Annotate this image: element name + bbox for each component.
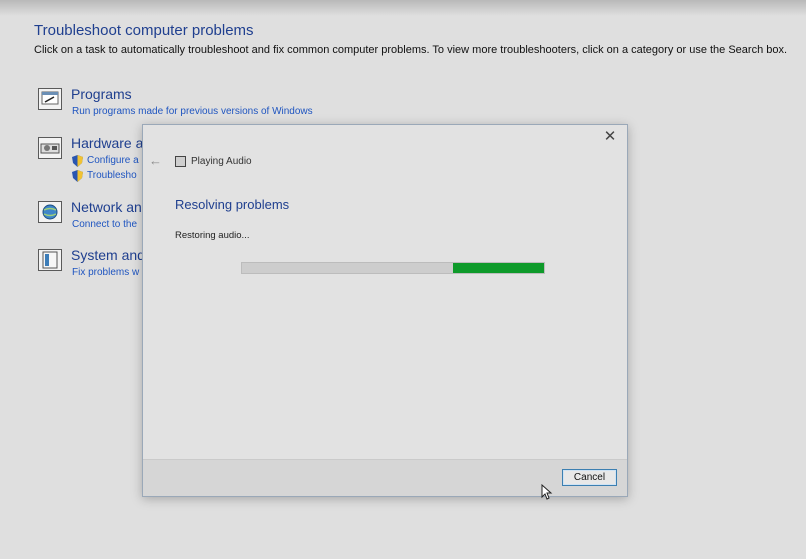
page-title: Troubleshoot computer problems: [34, 22, 254, 39]
hardware-icon: [38, 137, 62, 159]
system-icon: [38, 249, 62, 271]
network-icon: [38, 201, 62, 223]
dialog-app-title: Playing Audio: [191, 156, 252, 167]
close-icon[interactable]: ✕: [599, 127, 621, 147]
dialog-heading: Resolving problems: [175, 197, 290, 212]
category-link[interactable]: Connect to the: [72, 219, 137, 230]
category-title[interactable]: Programs: [71, 86, 132, 102]
page-description: Click on a task to automatically trouble…: [34, 44, 788, 56]
back-arrow-icon[interactable]: ←: [149, 153, 162, 168]
troubleshooter-dialog: ✕ ← Playing Audio Resolving problems Res…: [142, 124, 628, 497]
category-title[interactable]: Hardware a: [71, 135, 143, 151]
category-title[interactable]: System and: [71, 247, 145, 263]
category-link[interactable]: Troublesho: [87, 170, 137, 181]
dialog-footer: Cancel: [143, 459, 627, 496]
progress-bar: [241, 262, 545, 274]
category-link[interactable]: Run programs made for previous versions …: [72, 106, 313, 117]
cancel-button[interactable]: Cancel: [562, 469, 617, 486]
category-title[interactable]: Network an: [71, 199, 142, 215]
category-link[interactable]: Fix problems w: [72, 267, 139, 278]
mouse-cursor-icon: [541, 484, 553, 500]
programs-icon: [38, 88, 62, 110]
progress-fill: [453, 263, 544, 273]
category-link[interactable]: Configure a: [87, 155, 139, 166]
status-text: Restoring audio...: [175, 230, 250, 241]
shield-icon: [72, 170, 83, 182]
shield-icon: [72, 155, 83, 167]
audio-app-icon: [175, 156, 186, 167]
top-shade: [0, 0, 806, 16]
